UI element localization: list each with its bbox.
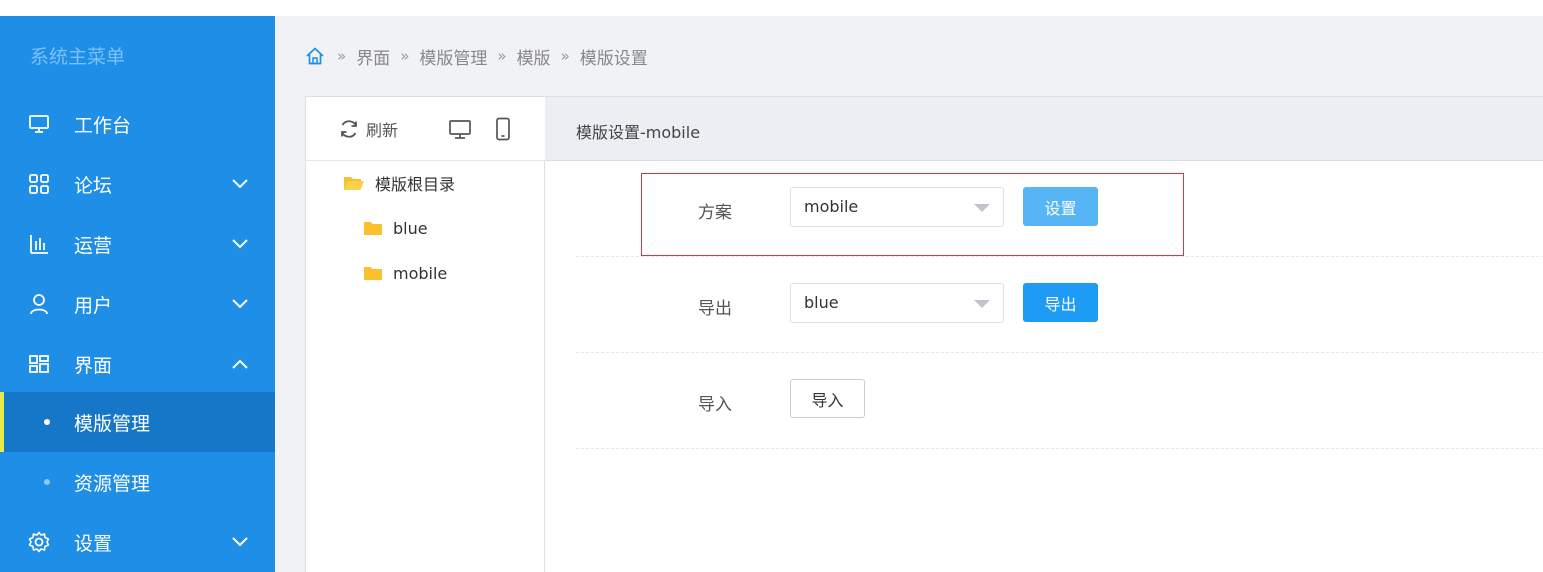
- breadcrumb-item[interactable]: 模版管理: [419, 44, 487, 69]
- monitor-icon: [27, 112, 51, 136]
- caret-down-icon: [974, 300, 990, 308]
- folder-icon: [364, 222, 382, 235]
- bar-chart-icon: [27, 232, 51, 256]
- grid-icon: [27, 172, 51, 196]
- sidebar-item-interface[interactable]: 界面: [0, 334, 275, 394]
- sidebar: 系统主菜单 工作台 论坛 运营 用户 界面 模版管理 资源管理 设置: [0, 16, 275, 572]
- tree-node-label: blue: [393, 218, 428, 238]
- chevron-down-icon: [230, 174, 250, 194]
- refresh-button[interactable]: 刷新: [338, 117, 398, 141]
- export-label: 导出: [698, 299, 732, 319]
- tree-toolbar: 刷新: [306, 97, 545, 161]
- import-label: 导入: [698, 395, 732, 415]
- breadcrumb-separator: »: [400, 47, 410, 65]
- sidebar-item-operations[interactable]: 运营: [0, 214, 275, 274]
- breadcrumb-item-current: 模版设置: [579, 48, 648, 69]
- gear-icon: [27, 530, 51, 554]
- tree-node-label: mobile: [393, 263, 448, 283]
- folder-icon: [364, 267, 382, 280]
- sidebar-subitem-label: 资源管理: [74, 472, 151, 495]
- tree-node-blue[interactable]: blue: [363, 216, 428, 240]
- sidebar-item-label: 用户: [74, 294, 113, 317]
- scheme-select-value: mobile: [804, 197, 859, 216]
- chevron-down-icon: [230, 532, 250, 552]
- sidebar-item-forum[interactable]: 论坛: [0, 154, 275, 214]
- tree-node-root[interactable]: 模版根目录: [343, 171, 455, 195]
- sidebar-item-label: 工作台: [74, 114, 132, 137]
- content-panel: 刷新 模版根目录 blue mobile 模版设置-mobile 方案 mobi…: [305, 96, 1543, 572]
- set-button[interactable]: 设置: [1023, 187, 1098, 226]
- caret-down-icon: [974, 204, 990, 212]
- breadcrumb-item[interactable]: 模版: [517, 44, 551, 69]
- bullet-dot: [44, 419, 50, 425]
- breadcrumb-separator: »: [337, 47, 347, 65]
- sidebar-item-label: 设置: [74, 532, 113, 555]
- chevron-down-icon: [230, 234, 250, 254]
- sidebar-item-users[interactable]: 用户: [0, 274, 275, 334]
- chevron-down-icon: [230, 294, 250, 314]
- breadcrumb-item[interactable]: 界面: [356, 44, 390, 69]
- tree-panel: 刷新 模版根目录 blue mobile: [306, 97, 545, 572]
- layout-icon: [27, 352, 51, 376]
- export-select[interactable]: blue: [790, 283, 1004, 323]
- tree-node-mobile[interactable]: mobile: [363, 261, 447, 285]
- breadcrumb-separator: »: [560, 47, 570, 65]
- sidebar-title: 系统主菜单: [30, 46, 126, 68]
- form-row-export: 导出 blue 导出: [576, 257, 1543, 353]
- settings-header: 模版设置-mobile: [545, 97, 1543, 161]
- breadcrumb: » 界面 » 模版管理 » 模版 » 模版设置: [305, 44, 648, 69]
- tree-node-label: 模版根目录: [375, 175, 456, 194]
- form-row-import: 导入 导入: [576, 353, 1543, 449]
- home-icon[interactable]: [305, 46, 325, 66]
- chevron-up-icon: [230, 354, 250, 374]
- sidebar-item-label: 运营: [74, 234, 113, 257]
- sidebar-subitem-label: 模版管理: [74, 412, 151, 435]
- refresh-icon: [341, 120, 357, 138]
- settings-panel: 模版设置-mobile 方案 mobile 设置 导出 blue 导出 导入 导…: [545, 97, 1543, 572]
- sidebar-subitem-template-management[interactable]: 模版管理: [0, 392, 275, 452]
- sidebar-subitem-resource-management[interactable]: 资源管理: [0, 452, 275, 512]
- refresh-label: 刷新: [366, 121, 399, 140]
- sidebar-item-label: 界面: [74, 354, 113, 377]
- export-button[interactable]: 导出: [1023, 283, 1098, 322]
- sidebar-item-settings[interactable]: 设置: [0, 512, 275, 572]
- import-button[interactable]: 导入: [790, 379, 865, 418]
- form-row-scheme: 方案 mobile 设置: [576, 161, 1543, 257]
- breadcrumb-separator: »: [497, 47, 507, 65]
- sidebar-item-label: 论坛: [74, 174, 113, 197]
- settings-title: 模版设置-mobile: [576, 123, 701, 142]
- scheme-select[interactable]: mobile: [790, 187, 1004, 227]
- desktop-icon[interactable]: [448, 117, 472, 141]
- scheme-label: 方案: [698, 203, 732, 223]
- sidebar-item-workbench[interactable]: 工作台: [0, 94, 275, 154]
- folder-open-icon: [344, 177, 364, 190]
- mobile-icon[interactable]: [491, 117, 515, 141]
- export-select-value: blue: [804, 293, 839, 312]
- user-icon: [27, 292, 51, 316]
- bullet-dot: [44, 479, 50, 485]
- top-bar: [0, 0, 1543, 16]
